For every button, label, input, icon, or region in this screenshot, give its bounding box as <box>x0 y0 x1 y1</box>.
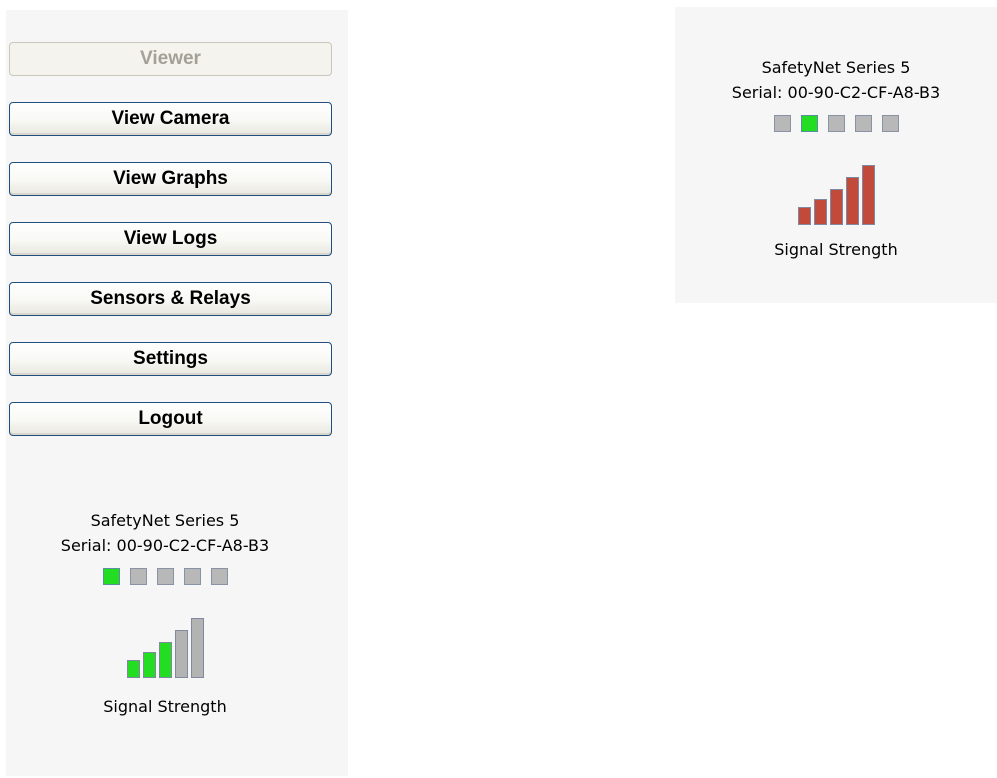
signal-bar <box>142 652 156 678</box>
signal-strength-label: Signal Strength <box>774 240 898 259</box>
device-serial: Serial: 00-90-C2-CF-A8-B3 <box>60 536 270 555</box>
status-indicator <box>773 115 791 132</box>
status-indicators <box>6 568 324 585</box>
view-graphs-button[interactable]: View Graphs <box>9 162 332 196</box>
view-camera-button[interactable]: View Camera <box>9 102 332 136</box>
viewer-button: Viewer <box>9 42 332 76</box>
device-serial: Serial: 00-90-C2-CF-A8-B3 <box>731 83 941 102</box>
signal-bar <box>797 207 811 225</box>
signal-bar <box>126 660 140 678</box>
signal-bar <box>158 642 172 678</box>
signal-bar <box>190 618 204 678</box>
settings-button[interactable]: Settings <box>9 342 332 376</box>
device-status-left: SafetyNet Series 5 Serial: 00-90-C2-CF-A… <box>6 508 324 719</box>
device-name: SafetyNet Series 5 <box>90 511 240 530</box>
signal-bar <box>861 165 875 225</box>
device-name: SafetyNet Series 5 <box>761 58 911 77</box>
status-indicator <box>210 568 228 585</box>
signal-bar <box>845 177 859 225</box>
view-logs-button[interactable]: View Logs <box>9 222 332 256</box>
sensors-relays-button[interactable]: Sensors & Relays <box>9 282 332 316</box>
signal-strength-icon <box>6 618 324 678</box>
status-indicator <box>102 568 120 585</box>
signal-bar <box>829 189 843 225</box>
status-indicator <box>800 115 818 132</box>
signal-strength-label: Signal Strength <box>103 697 227 716</box>
signal-bar <box>813 199 827 225</box>
status-indicator <box>183 568 201 585</box>
device-panel: SafetyNet Series 5 Serial: 00-90-C2-CF-A… <box>675 7 997 303</box>
status-indicators <box>675 115 997 132</box>
signal-bar <box>174 630 188 678</box>
status-indicator <box>854 115 872 132</box>
status-indicator <box>156 568 174 585</box>
signal-strength-icon <box>675 164 997 225</box>
status-indicator <box>827 115 845 132</box>
sidebar-panel: Viewer View Camera View Graphs View Logs… <box>6 10 348 776</box>
status-indicator <box>881 115 899 132</box>
device-status-right: SafetyNet Series 5 Serial: 00-90-C2-CF-A… <box>675 55 997 262</box>
status-indicator <box>129 568 147 585</box>
logout-button[interactable]: Logout <box>9 402 332 436</box>
